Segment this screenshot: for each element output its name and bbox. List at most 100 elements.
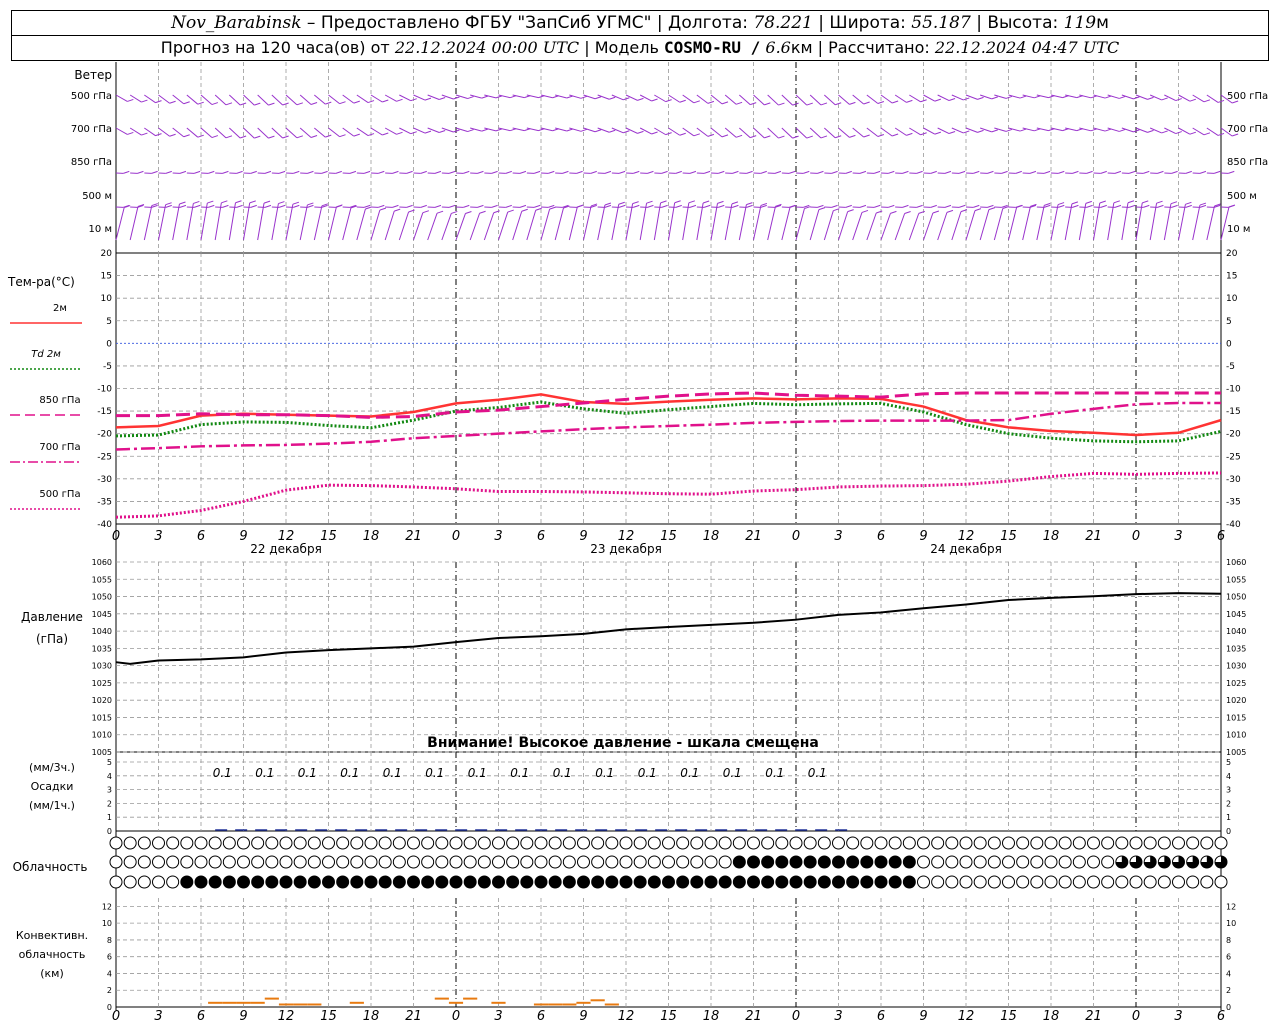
pressure-unit: (гПа) [36, 632, 68, 646]
temp-tick-left: -35 [97, 497, 112, 507]
wind-barb-feather [1072, 204, 1079, 208]
wind-barb-feather [406, 204, 413, 208]
wind-barb-feather [944, 170, 952, 174]
cloud-cover-symbol [180, 875, 194, 889]
cloud-cover-symbol [251, 836, 265, 850]
cloud-cover-symbol [605, 836, 619, 850]
conv-title-line: Конвективн. [16, 929, 88, 942]
wind-barb-feather [1157, 170, 1164, 174]
wind-barb-feather [1104, 128, 1112, 132]
cloud-cover-symbol [1072, 855, 1086, 869]
wind-barb [682, 202, 690, 241]
wind-barb-feather [236, 170, 243, 174]
precip-tick-left: 0 [107, 827, 112, 836]
precip-unit-3h: (мм/3ч.) [29, 761, 75, 774]
wind-barb-feather [902, 170, 909, 174]
wind-barb [710, 127, 723, 138]
cloud-cover-symbol [1143, 875, 1157, 889]
temp-tick-left: 5 [106, 317, 112, 327]
wind-barb-feather [165, 202, 172, 206]
temp-tick-left: 20 [101, 249, 113, 259]
temp-hour-label: 18 [363, 529, 380, 544]
conv-hour-label: 9 [919, 1009, 927, 1024]
wind-barb [1163, 203, 1172, 241]
cloud-cover-symbol [421, 836, 435, 850]
wind-barb-feather [1157, 204, 1164, 208]
wind-barb [356, 208, 366, 241]
cloud-cover-symbol [1002, 855, 1015, 869]
cloud-cover-symbol [123, 875, 137, 889]
wind-barb-feather [193, 170, 201, 174]
wind-barb-feather [451, 210, 458, 214]
wind-barb-feather [735, 101, 743, 105]
temp-legend-label: 2м [53, 303, 67, 314]
wind-barb-feather [467, 96, 474, 100]
wind-barb [172, 127, 184, 138]
wind-barb-feather [169, 100, 176, 104]
wind-barb-feather [293, 204, 300, 208]
cloud-cover-symbol [817, 855, 831, 869]
wind-barb-feather [863, 101, 870, 105]
wind-barb [1192, 127, 1205, 136]
wind-barb-feather [679, 132, 686, 136]
wind-barb [1178, 127, 1191, 135]
cloud-cover-symbol [1172, 836, 1185, 850]
wind-barb-feather [1119, 95, 1126, 99]
wind-barb-feather [934, 98, 942, 102]
cloud-cover-symbol [874, 855, 888, 869]
conv-hour-label: 0 [792, 1009, 800, 1024]
conv-title-line: (км) [40, 967, 64, 980]
cloud-cover-symbol [1087, 836, 1100, 850]
wind-barb [299, 204, 308, 241]
wind-barb-feather [127, 131, 134, 135]
wind-barb-feather [721, 134, 729, 138]
wind-barb-feather [278, 204, 286, 208]
cloud-cover-symbol [109, 836, 123, 850]
conv-hour-label: 18 [363, 1009, 380, 1024]
temp-hour-label: 6 [197, 529, 205, 544]
wind-barb [838, 211, 849, 241]
temp-hour-label: 9 [919, 529, 927, 544]
precip-value-label: 0.1 [468, 766, 487, 780]
wind-barb [625, 94, 638, 101]
wind-barb-feather [507, 209, 514, 213]
wind-barb-feather [254, 102, 261, 106]
wind-barb [342, 207, 352, 241]
temp-tick-right: -40 [1226, 520, 1241, 530]
cloud-cover-symbol [1072, 875, 1086, 889]
wind-barb-feather [310, 135, 318, 138]
wind-barb-feather [849, 134, 856, 138]
temp-hour-label: 0 [1132, 529, 1140, 544]
wind-barb [115, 94, 128, 102]
wind-level-label-right: 850 гПа [1227, 157, 1268, 168]
wind-barb-feather [463, 170, 470, 174]
wind-barb-feather [934, 131, 942, 135]
wind-barb-feather [618, 170, 626, 174]
wind-barb-feather [721, 101, 729, 105]
temp-tick-left: 0 [106, 339, 112, 349]
cloud-cover-symbol [435, 855, 449, 869]
cloud-cover-symbol [137, 875, 151, 889]
wind-barb-feather [533, 170, 541, 174]
wind-barb [1149, 203, 1158, 241]
wind-barb-feather [1147, 96, 1154, 100]
cloud-cover-symbol [718, 855, 732, 869]
wind-barb [668, 127, 681, 136]
conv-tick-right: 12 [1226, 902, 1236, 911]
cloud-cover-symbol [775, 855, 789, 869]
wind-barb [753, 205, 762, 241]
cloud-cover-symbol [803, 836, 817, 850]
conv-hour-label: 6 [877, 1009, 885, 1024]
cloud-cover-symbol [322, 875, 335, 889]
cloud-cover-symbol [562, 875, 576, 889]
cloud-cover-symbol [1129, 875, 1143, 889]
wind-barb-feather [378, 170, 385, 174]
cloud-cover-symbol [194, 855, 208, 869]
wind-barb [682, 127, 695, 137]
wind-barb-feather [382, 132, 389, 136]
wind-barb [639, 203, 648, 241]
cloud-cover-symbol [265, 855, 279, 869]
temp-tick-left: -25 [97, 452, 112, 462]
cloud-cover-symbol [1200, 836, 1214, 850]
cloud-cover-symbol [1101, 836, 1115, 850]
